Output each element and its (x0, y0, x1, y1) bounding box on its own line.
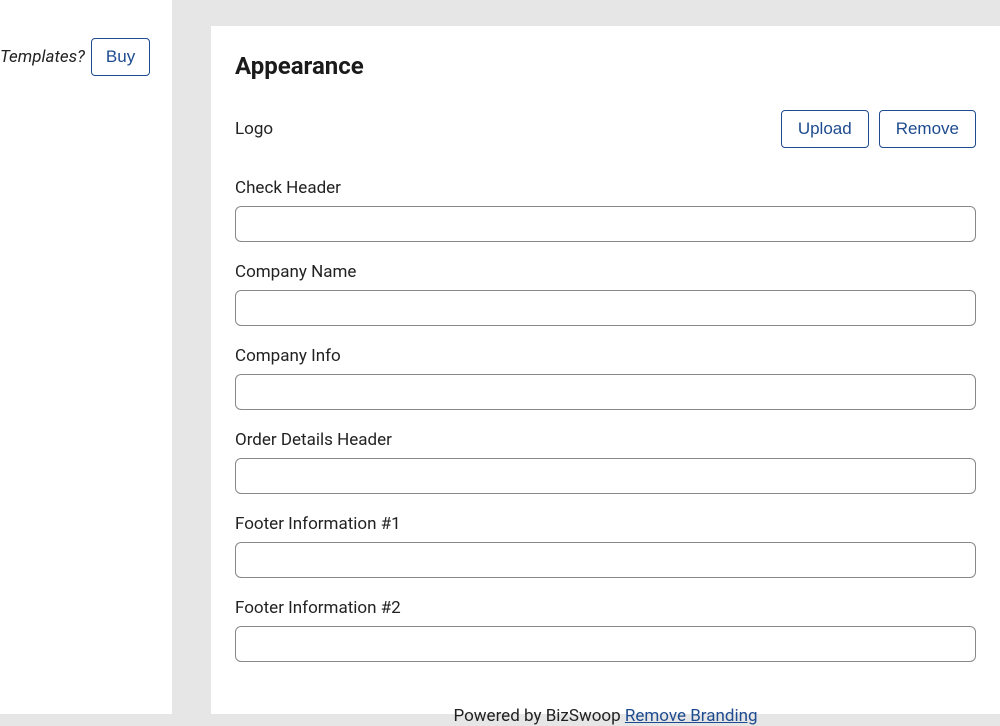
company-name-input[interactable] (235, 290, 976, 326)
footer-info-2-input[interactable] (235, 626, 976, 662)
field-footer-info-2: Footer Information #2 (235, 598, 976, 662)
footer-info-2-label: Footer Information #2 (235, 598, 976, 618)
company-name-label: Company Name (235, 262, 976, 282)
check-header-input[interactable] (235, 206, 976, 242)
order-details-header-input[interactable] (235, 458, 976, 494)
company-info-label: Company Info (235, 346, 976, 366)
templates-text: Templates? (0, 47, 85, 67)
field-company-info: Company Info (235, 346, 976, 410)
field-order-details-header: Order Details Header (235, 430, 976, 494)
upload-button[interactable]: Upload (781, 110, 869, 148)
templates-prompt-row: Templates? Buy (0, 38, 164, 76)
footer-text: Powered by BizSwoop Remove Branding (235, 706, 976, 726)
logo-label: Logo (235, 119, 273, 139)
field-check-header: Check Header (235, 178, 976, 242)
footer-info-1-input[interactable] (235, 542, 976, 578)
buy-button[interactable]: Buy (91, 38, 150, 76)
powered-by-text: Powered by BizSwoop (453, 706, 624, 726)
sidebar: Templates? Buy (0, 0, 172, 714)
remove-button[interactable]: Remove (879, 110, 976, 148)
field-company-name: Company Name (235, 262, 976, 326)
logo-buttons: Upload Remove (781, 110, 976, 148)
field-footer-info-1: Footer Information #1 (235, 514, 976, 578)
page-title: Appearance (235, 52, 976, 80)
check-header-label: Check Header (235, 178, 976, 198)
footer-info-1-label: Footer Information #1 (235, 514, 976, 534)
main-panel: Appearance Logo Upload Remove Check Head… (211, 26, 1000, 714)
company-info-input[interactable] (235, 374, 976, 410)
order-details-header-label: Order Details Header (235, 430, 976, 450)
logo-row: Logo Upload Remove (235, 110, 976, 148)
remove-branding-link[interactable]: Remove Branding (625, 706, 758, 726)
